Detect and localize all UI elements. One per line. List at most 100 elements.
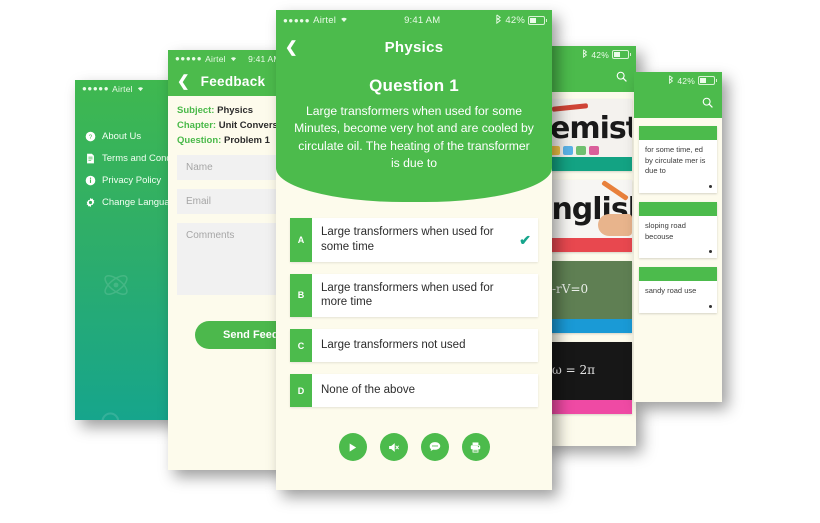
subject-strip (548, 319, 632, 333)
answer-options-list: A Large transformers when used for some … (276, 202, 552, 408)
play-button[interactable] (338, 433, 367, 462)
subject-strip (548, 400, 632, 414)
phone-subjects-screen: 42% Chemistry (544, 46, 636, 446)
magnifier-icon (99, 410, 127, 420)
question-card-list: for some time, ed by circulate mer is du… (634, 118, 722, 313)
chevron-left-icon[interactable]: ❮ (285, 40, 301, 55)
carrier-label: Airtel (112, 83, 133, 94)
green-chalkboard-photo: -rV=0 (548, 261, 632, 319)
carrier-label: Airtel (205, 53, 226, 64)
subject-card[interactable]: Chemistry (548, 99, 632, 171)
question-action-bar (276, 419, 552, 462)
card-text: sloping road becouse (645, 220, 686, 241)
card-header-strip (639, 201, 717, 216)
subject-card-list: Chemistry English -rV=0 (544, 92, 636, 414)
meta-value: Physics (217, 105, 254, 116)
nav-bar (544, 63, 636, 92)
comments-input[interactable]: Comments (177, 223, 289, 295)
battery-percent-label: 42% (591, 49, 609, 60)
question-header-panel: Question 1 Large transformers when used … (276, 64, 552, 203)
chat-bubble-icon (428, 440, 442, 454)
meta-key: Question: (177, 135, 222, 146)
phone-question-list-screen: 42% for some time, ed by circulate mer i… (634, 72, 722, 402)
hand-shape (598, 214, 632, 236)
english-photo: English (548, 180, 632, 238)
meta-value: Problem 1 (223, 135, 270, 146)
battery-icon (698, 76, 717, 85)
bluetooth-icon (495, 13, 502, 27)
status-bar: ●●●●● Airtel 9:41 AM 42% (276, 10, 552, 30)
email-input[interactable]: Email (177, 189, 289, 214)
check-icon: ✔ (519, 232, 531, 249)
meta-chapter: Chapter: Unit Conversion (177, 120, 289, 131)
battery-percent-label: 42% (505, 14, 525, 26)
option-badge: C (290, 329, 312, 363)
card-header-strip (639, 267, 717, 282)
nav-bar (634, 89, 722, 118)
answer-option-b[interactable]: B Large transformers when used for more … (290, 273, 538, 318)
question-text: Large transformers when used for some Mi… (294, 104, 534, 170)
question-card[interactable]: for some time, ed by circulate mer is du… (639, 126, 717, 193)
search-icon[interactable] (702, 95, 713, 113)
signal-dots-icon: ●●●●● (82, 84, 110, 93)
answer-option-d[interactable]: D None of the above (290, 374, 538, 408)
battery-percent-label: 42% (677, 75, 695, 86)
page-title: Physics (384, 38, 444, 56)
bluetooth-icon (582, 49, 588, 60)
search-icon[interactable] (616, 69, 627, 87)
question-card[interactable]: sloping road becouse (639, 201, 717, 259)
question-number-label: Question 1 (369, 76, 459, 95)
subject-strip (548, 238, 632, 252)
wifi-icon (339, 14, 349, 26)
meta-subject: Subject: Physics (177, 105, 289, 116)
clock-label: 9:41 AM (404, 14, 441, 26)
question-circle-icon: ? (85, 131, 96, 142)
chemistry-photo: Chemistry (548, 99, 632, 157)
answer-option-a[interactable]: A Large transformers when used for some … (290, 218, 538, 262)
print-button[interactable] (461, 433, 490, 462)
signal-dots-icon: ●●●●● (175, 54, 203, 63)
subject-word: Chemistry (548, 110, 632, 146)
mute-button[interactable] (379, 433, 408, 462)
menu-item-label: Privacy Policy (102, 174, 162, 186)
more-dot-icon (709, 184, 712, 188)
card-text: for some time, ed by circulate mer is du… (645, 145, 706, 176)
option-text: None of the above (321, 384, 415, 397)
nav-bar: ❮ Physics (276, 30, 552, 64)
option-text: Large transformers not used (321, 339, 466, 352)
subject-card[interactable]: ω = 2π (548, 342, 632, 414)
battery-icon (528, 15, 547, 25)
subject-word: -rV=0 (552, 282, 589, 297)
carrier-label: Airtel (313, 14, 337, 26)
option-badge: A (290, 218, 312, 262)
answer-option-c[interactable]: C Large transformers not used (290, 329, 538, 363)
wifi-icon (229, 54, 238, 64)
subject-strip (548, 157, 632, 171)
subject-card[interactable]: -rV=0 (548, 261, 632, 333)
subject-word: ω = 2π (552, 363, 595, 378)
comment-button[interactable] (420, 433, 449, 462)
name-input[interactable]: Name (177, 155, 289, 180)
phone-question-screen: ●●●●● Airtel 9:41 AM 42% ❮ Physics Quest… (276, 10, 552, 490)
menu-item-label: About Us (102, 130, 142, 142)
option-badge: B (290, 273, 312, 318)
question-card[interactable]: sandy road use (639, 267, 717, 313)
subject-card[interactable]: English (548, 180, 632, 252)
option-text: Large transformers when used for more ti… (321, 281, 494, 309)
battery-icon (612, 50, 631, 59)
meta-question: Question: Problem 1 (177, 135, 289, 146)
document-icon (85, 153, 96, 164)
meta-key: Subject: (177, 105, 215, 116)
black-chalkboard-photo: ω = 2π (548, 342, 632, 400)
status-bar: 42% (544, 46, 636, 63)
info-circle-icon (85, 175, 96, 186)
chevron-left-icon[interactable]: ❮ (177, 74, 193, 89)
printer-icon (469, 441, 482, 454)
status-bar: 42% (634, 72, 722, 89)
mockup-stage: ●●●●● Airtel ? About Us Terms and Condit… (0, 0, 820, 523)
bluetooth-icon (668, 75, 674, 86)
color-blobs (550, 146, 599, 155)
card-header-strip (639, 126, 717, 140)
option-text: Large transformers when used for some ti… (321, 226, 494, 254)
signal-dots-icon: ●●●●● (283, 15, 311, 25)
